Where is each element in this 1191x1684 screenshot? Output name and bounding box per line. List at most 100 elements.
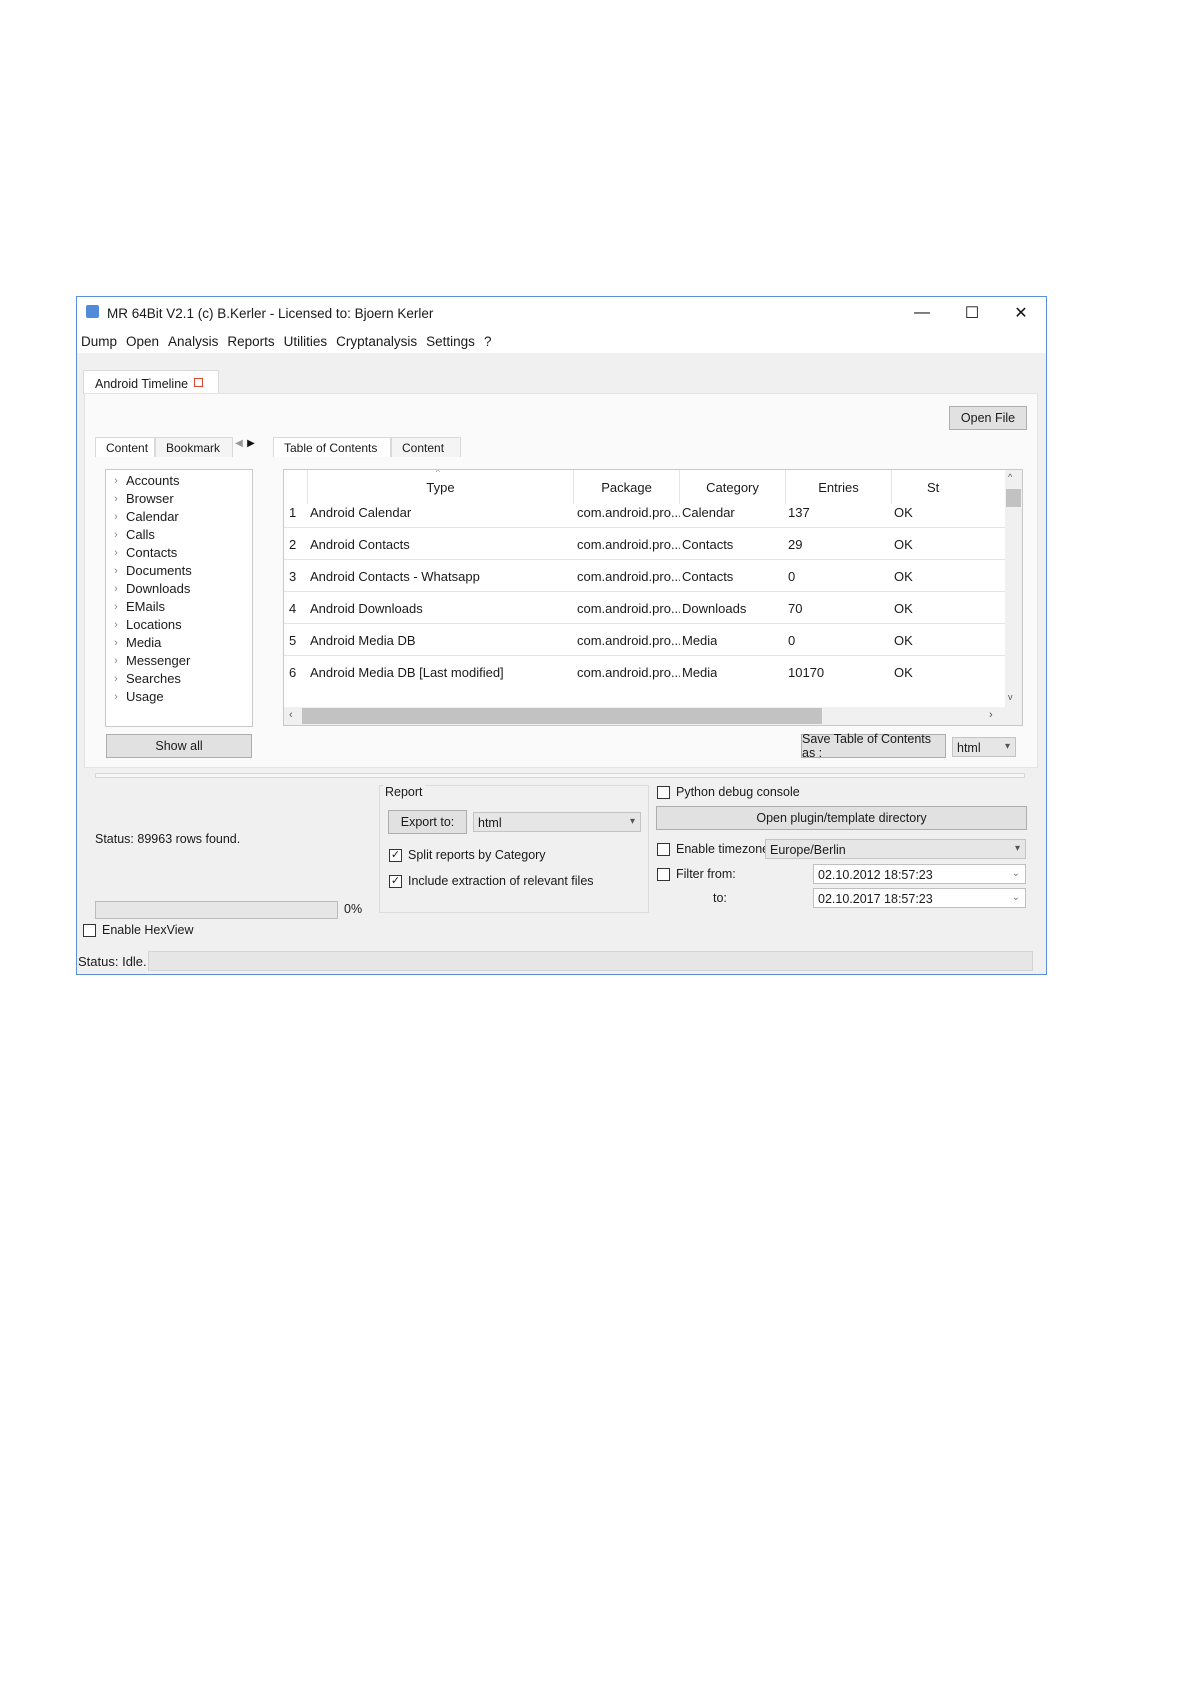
tree-item-media[interactable]: › Media (106, 633, 161, 652)
cell-type[interactable]: Android Media DB [Last modified] (310, 665, 504, 680)
menu-utilities[interactable]: Utilities (284, 334, 328, 349)
chevron-right-icon[interactable]: › (106, 601, 126, 613)
chevron-right-icon[interactable]: › (106, 475, 126, 487)
tree-item-calendar[interactable]: › Calendar (106, 507, 179, 526)
chevron-right-icon[interactable]: › (106, 673, 126, 685)
scroll-up-icon[interactable]: ^ (1008, 472, 1012, 482)
chevron-right-icon[interactable]: › (106, 583, 126, 595)
cell-entries[interactable]: 0 (788, 569, 795, 584)
open-file-button[interactable]: Open File (949, 406, 1027, 430)
tab-content-right[interactable]: Content (391, 437, 461, 457)
save-toc-format-select[interactable]: html ▾ (952, 737, 1016, 757)
scroll-thumb[interactable] (302, 708, 822, 724)
column-header-status[interactable]: St (892, 470, 1005, 504)
filter-to-datetime[interactable]: 02.10.2017 18:57:23 ⌄ (813, 888, 1026, 908)
cell-entries[interactable]: 10170 (788, 665, 824, 680)
tab-bookmark[interactable]: Bookmark (155, 437, 233, 457)
scroll-right-icon[interactable]: › (989, 709, 993, 721)
cell-entries[interactable]: 29 (788, 537, 802, 552)
scroll-down-icon[interactable]: v (1008, 692, 1013, 702)
column-header-entries[interactable]: Entries (786, 470, 892, 504)
menu-cryptanalysis[interactable]: Cryptanalysis (336, 334, 417, 349)
menu-reports[interactable]: Reports (227, 334, 274, 349)
cell-package[interactable]: com.android.pro... (577, 505, 680, 520)
tab-close-icon[interactable] (194, 378, 204, 387)
include-extraction-checkbox[interactable]: ✓ (389, 875, 402, 888)
minimize-button[interactable]: — (897, 297, 947, 329)
column-header-package[interactable]: Package (574, 470, 680, 504)
export-button[interactable]: Export to: (388, 810, 467, 834)
chevron-down-icon[interactable]: ⌄ (1012, 868, 1020, 879)
cell-category[interactable]: Media (682, 633, 717, 648)
tree-item-downloads[interactable]: › Downloads (106, 579, 190, 598)
maximize-button[interactable]: ☐ (947, 297, 997, 329)
cell-type[interactable]: Android Contacts - Whatsapp (310, 569, 480, 584)
splitter[interactable] (95, 773, 1025, 778)
tree-item-browser[interactable]: › Browser (106, 489, 174, 508)
cell-status[interactable]: OK (894, 569, 913, 584)
scroll-left-icon[interactable]: ‹ (289, 709, 293, 721)
column-header-type[interactable]: Type (308, 470, 574, 504)
menu-settings[interactable]: Settings (426, 334, 475, 349)
cell-package[interactable]: com.android.pro... (577, 537, 680, 552)
tree-item-messenger[interactable]: › Messenger (106, 651, 190, 670)
cell-category[interactable]: Calendar (682, 505, 735, 520)
cell-entries[interactable]: 137 (788, 505, 810, 520)
column-header-category[interactable]: Category (680, 470, 786, 504)
cell-category[interactable]: Contacts (682, 537, 733, 552)
tree-item-contacts[interactable]: › Contacts (106, 543, 177, 562)
cell-status[interactable]: OK (894, 505, 913, 520)
tree-item-calls[interactable]: › Calls (106, 525, 155, 544)
tree-item-searches[interactable]: › Searches (106, 669, 181, 688)
chevron-right-icon[interactable]: › (106, 637, 126, 649)
menu-help[interactable]: ? (484, 334, 492, 349)
show-all-button[interactable]: Show all (106, 734, 252, 758)
chevron-right-icon[interactable]: › (106, 547, 126, 559)
cell-package[interactable]: com.android.pro... (577, 569, 680, 584)
cell-package[interactable]: com.android.pro... (577, 633, 680, 648)
chevron-right-icon[interactable]: › (106, 655, 126, 667)
tab-scroll-left-icon[interactable]: ◀ (233, 438, 245, 454)
cell-type[interactable]: Android Calendar (310, 505, 411, 520)
tab-android-timeline[interactable]: Android Timeline (83, 370, 219, 394)
menu-open[interactable]: Open (126, 334, 159, 349)
cell-package[interactable]: com.android.pro... (577, 665, 680, 680)
cell-entries[interactable]: 70 (788, 601, 802, 616)
tree-item-accounts[interactable]: › Accounts (106, 471, 179, 490)
open-plugin-directory-button[interactable]: Open plugin/template directory (656, 806, 1027, 830)
close-button[interactable]: ✕ (996, 297, 1046, 329)
chevron-down-icon[interactable]: ⌄ (1012, 892, 1020, 903)
cell-type[interactable]: Android Contacts (310, 537, 410, 552)
chevron-right-icon[interactable]: › (106, 565, 126, 577)
cell-type[interactable]: Android Media DB (310, 633, 416, 648)
cell-status[interactable]: OK (894, 537, 913, 552)
tab-content-left[interactable]: Content (95, 437, 155, 457)
vertical-scrollbar[interactable]: ^ v (1005, 470, 1022, 707)
horizontal-scrollbar[interactable]: ‹ › (284, 707, 1022, 725)
tree-item-usage[interactable]: › Usage (106, 687, 163, 706)
chevron-right-icon[interactable]: › (106, 511, 126, 523)
menu-analysis[interactable]: Analysis (168, 334, 218, 349)
filter-date-checkbox[interactable] (657, 868, 670, 881)
chevron-right-icon[interactable]: › (106, 691, 126, 703)
cell-category[interactable]: Downloads (682, 601, 746, 616)
cell-type[interactable]: Android Downloads (310, 601, 423, 616)
python-debug-checkbox[interactable] (657, 786, 670, 799)
tree-item-locations[interactable]: › Locations (106, 615, 182, 634)
export-format-select[interactable]: html ▾ (473, 812, 641, 832)
chevron-right-icon[interactable]: › (106, 619, 126, 631)
save-toc-button[interactable]: Save Table of Contents as : (801, 732, 946, 760)
split-reports-checkbox[interactable]: ✓ (389, 849, 402, 862)
cell-category[interactable]: Contacts (682, 569, 733, 584)
tab-scroll-right-icon[interactable]: ▶ (245, 438, 257, 454)
filter-from-datetime[interactable]: 02.10.2012 18:57:23 ⌄ (813, 864, 1026, 884)
enable-hexview-checkbox[interactable] (83, 924, 96, 937)
scroll-thumb[interactable] (1006, 489, 1021, 507)
cell-package[interactable]: com.android.pro... (577, 601, 680, 616)
cell-category[interactable]: Media (682, 665, 717, 680)
chevron-right-icon[interactable]: › (106, 529, 126, 541)
tab-table-of-contents[interactable]: Table of Contents (273, 437, 391, 457)
menu-dump[interactable]: Dump (81, 334, 117, 349)
tree-item-documents[interactable]: › Documents (106, 561, 192, 580)
cell-status[interactable]: OK (894, 633, 913, 648)
